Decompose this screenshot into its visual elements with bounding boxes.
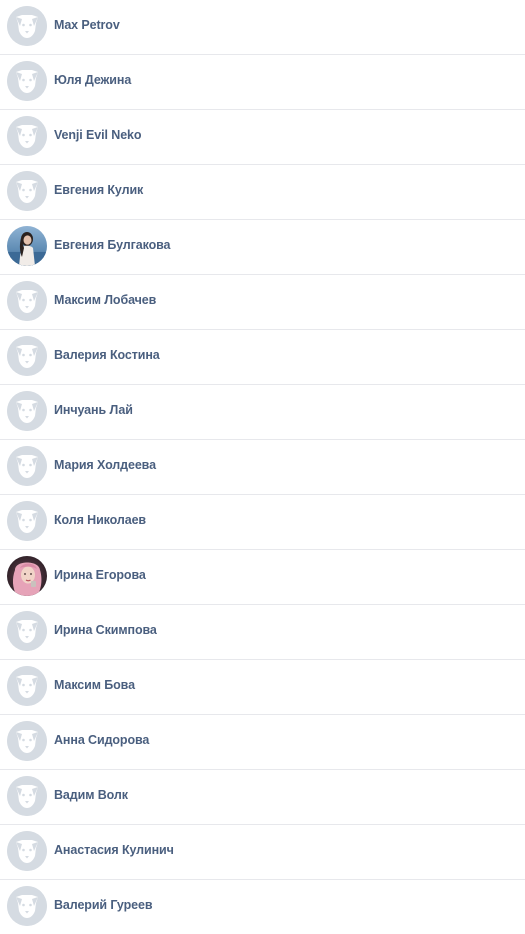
default-dog-icon [7,501,47,541]
default-dog-icon [7,776,47,816]
friend-name[interactable]: Евгения Кулик [54,183,143,197]
friend-name[interactable]: Коля Николаев [54,513,146,527]
friend-row[interactable]: Ирина Скимпова [0,605,525,660]
avatar[interactable] [7,336,47,376]
friend-name[interactable]: Валерий Гуреев [54,898,153,912]
default-dog-icon [7,391,47,431]
friend-row[interactable]: Евгения Булгакова [0,220,525,275]
friend-row[interactable]: Евгения Кулик [0,165,525,220]
default-dog-icon [7,61,47,101]
friend-row[interactable]: Venji Evil Neko [0,110,525,165]
default-dog-icon [7,611,47,651]
avatar[interactable] [7,721,47,761]
default-dog-icon [7,831,47,871]
friend-name[interactable]: Евгения Булгакова [54,238,170,252]
avatar[interactable] [7,116,47,156]
friend-name[interactable]: Анна Сидорова [54,733,149,747]
friend-row[interactable]: Инчуань Лай [0,385,525,440]
avatar[interactable] [7,61,47,101]
default-dog-icon [7,721,47,761]
default-dog-icon [7,886,47,926]
friend-row[interactable]: Вадим Волк [0,770,525,825]
avatar[interactable] [7,886,47,926]
friend-name[interactable]: Анастасия Кулинич [54,843,174,857]
friend-name[interactable]: Ирина Скимпова [54,623,157,637]
friends-list: Max Petrov Юля Дежина Venji Evil Neko Ев… [0,0,525,934]
default-dog-icon [7,336,47,376]
friend-row[interactable]: Валерий Гуреев [0,880,525,934]
avatar[interactable] [7,501,47,541]
friend-name[interactable]: Максим Бова [54,678,135,692]
avatar[interactable] [7,831,47,871]
avatar[interactable] [7,226,47,266]
avatar[interactable] [7,446,47,486]
avatar[interactable] [7,391,47,431]
friend-row[interactable]: Максим Бова [0,660,525,715]
default-dog-icon [7,116,47,156]
friend-name[interactable]: Юля Дежина [54,73,131,87]
avatar[interactable] [7,611,47,651]
friend-row[interactable]: Юля Дежина [0,55,525,110]
friend-name[interactable]: Вадим Волк [54,788,128,802]
default-dog-icon [7,281,47,321]
profile-photo [7,556,47,596]
default-dog-icon [7,6,47,46]
friend-name[interactable]: Ирина Егорова [54,568,146,582]
friend-row[interactable]: Мария Холдеева [0,440,525,495]
friend-row[interactable]: Анна Сидорова [0,715,525,770]
avatar[interactable] [7,776,47,816]
avatar[interactable] [7,171,47,211]
avatar[interactable] [7,666,47,706]
friend-row[interactable]: Анастасия Кулинич [0,825,525,880]
friend-row[interactable]: Ирина Егорова [0,550,525,605]
friend-name[interactable]: Валерия Костина [54,348,160,362]
avatar[interactable] [7,281,47,321]
default-dog-icon [7,666,47,706]
friend-row[interactable]: Максим Лобачев [0,275,525,330]
friend-name[interactable]: Venji Evil Neko [54,128,142,142]
friend-name[interactable]: Мария Холдеева [54,458,156,472]
friend-name[interactable]: Максим Лобачев [54,293,156,307]
avatar[interactable] [7,6,47,46]
default-dog-icon [7,446,47,486]
default-dog-icon [7,171,47,211]
friend-name[interactable]: Max Petrov [54,18,120,32]
friend-row[interactable]: Max Petrov [0,0,525,55]
avatar[interactable] [7,556,47,596]
friend-name[interactable]: Инчуань Лай [54,403,133,417]
friend-row[interactable]: Коля Николаев [0,495,525,550]
profile-photo [7,226,47,266]
friend-row[interactable]: Валерия Костина [0,330,525,385]
